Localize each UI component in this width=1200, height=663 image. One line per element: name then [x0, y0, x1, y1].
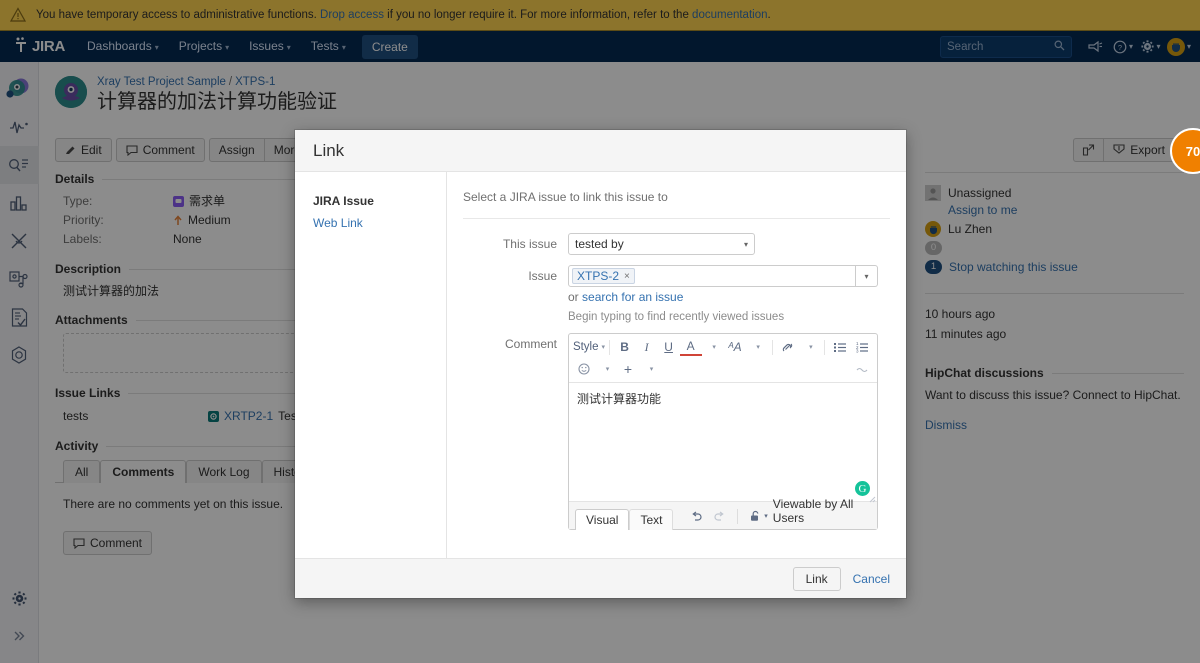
comment-text-value: 测试计算器功能	[577, 392, 662, 406]
field-comment: Comment Style ▾ B I U A ▾ ᴬA ▾ ▾ 1 2 3 ▾…	[463, 333, 890, 530]
underline-button[interactable]: U	[658, 337, 680, 357]
text-color-button[interactable]: A	[679, 338, 702, 356]
chevron-down-icon: ▾	[605, 366, 610, 373]
comment-text-area[interactable]: 测试计算器功能 G	[569, 383, 877, 503]
this-issue-control: tested by ▾	[568, 233, 890, 255]
style-dropdown[interactable]: Style ▾	[573, 337, 605, 357]
editor-tab-text[interactable]: Text	[629, 509, 674, 530]
chevron-down-icon: ▾	[764, 513, 768, 520]
link-submit-button[interactable]: Link	[792, 566, 841, 591]
this-issue-label: This issue	[502, 237, 557, 251]
dialog-link-type-nav: JIRA Issue Web Link	[295, 172, 447, 558]
divider	[608, 339, 610, 355]
search-for-issue-link[interactable]: search for an issue	[582, 290, 683, 304]
chevron-down-icon: ▾	[756, 344, 760, 351]
text-color-dropdown[interactable]: ▾	[702, 337, 724, 357]
nav-web-link[interactable]: Web Link	[313, 212, 446, 234]
underline-label: U	[664, 340, 673, 354]
emoji-dropdown[interactable]: ▾	[595, 359, 617, 379]
link-dropdown[interactable]: ▾	[798, 337, 820, 357]
cancel-button[interactable]: Cancel	[853, 572, 890, 586]
link-icon[interactable]	[776, 337, 798, 357]
style-label: Style	[572, 341, 599, 353]
link-issue-dialog: Link JIRA Issue Web Link Select a JIRA i…	[295, 130, 906, 598]
bullet-list-icon[interactable]	[829, 337, 851, 357]
close-icon[interactable]: ×	[624, 271, 630, 282]
text-color-label: A	[686, 339, 695, 353]
dialog-header: Link	[295, 130, 906, 172]
chevron-down-icon: ▾	[601, 344, 606, 351]
divider	[737, 509, 739, 524]
collapse-toolbar-icon[interactable]	[851, 359, 873, 379]
link-type-value: tested by	[575, 237, 624, 251]
italic-button[interactable]: I	[636, 337, 658, 357]
dialog-description: Select a JIRA issue to link this issue t…	[463, 190, 668, 204]
editor-tab-visual[interactable]: Visual	[575, 509, 630, 530]
insert-more-label: +	[623, 361, 633, 377]
editor-toolbar: Style ▾ B I U A ▾ ᴬA ▾ ▾ 1 2 3 ▾ + ▾	[569, 334, 877, 383]
chevron-down-icon: ▾	[809, 344, 813, 351]
bold-button[interactable]: B	[614, 337, 636, 357]
issue-control: XTPS-2 × ▾ or search for an issue Begin …	[568, 265, 890, 323]
dialog-footer: Link Cancel	[295, 558, 906, 598]
unlock-icon[interactable]: ▾	[744, 506, 773, 526]
undo-icon[interactable]	[685, 506, 708, 526]
insert-more-icon[interactable]: +	[617, 359, 639, 379]
comment-control: Style ▾ B I U A ▾ ᴬA ▾ ▾ 1 2 3 ▾ + ▾ 测试计…	[568, 333, 890, 530]
issue-chip[interactable]: XTPS-2 ×	[572, 268, 635, 284]
link-type-select[interactable]: tested by ▾	[568, 233, 755, 255]
issue-picker[interactable]: XTPS-2 × ▾	[568, 265, 878, 287]
chevron-down-icon: ▾	[712, 344, 716, 351]
editor-toolbar-row-1: Style ▾ B I U A ▾ ᴬA ▾ ▾ 1 2 3	[573, 336, 873, 358]
visibility-text: Viewable by All Users	[772, 497, 854, 525]
resize-handle[interactable]	[868, 492, 876, 503]
chevron-down-icon: ▾	[864, 271, 869, 281]
redo-icon[interactable]	[708, 506, 731, 526]
chevron-down-icon: ▾	[743, 239, 748, 249]
issue-picker-input[interactable]: XTPS-2 ×	[568, 265, 856, 287]
dialog-form: Select a JIRA issue to link this issue t…	[447, 172, 906, 558]
field-this-issue: This issue tested by ▾	[463, 233, 890, 255]
more-text-styles-button[interactable]: ᴬA	[724, 337, 746, 357]
issue-typing-hint: Begin typing to find recently viewed iss…	[568, 311, 785, 323]
or-text: or	[568, 290, 583, 304]
emoji-icon[interactable]	[573, 359, 595, 379]
issue-chip-label: XTPS-2	[577, 269, 620, 283]
nav-jira-issue[interactable]: JIRA Issue	[313, 190, 446, 212]
bold-label: B	[620, 340, 629, 354]
dialog-body: JIRA Issue Web Link Select a JIRA issue …	[295, 172, 906, 558]
issue-search-hint: or search for an issue	[568, 290, 890, 304]
italic-label: I	[644, 339, 649, 354]
chevron-down-icon: ▾	[649, 366, 654, 373]
divider	[824, 339, 826, 355]
divider	[771, 339, 773, 355]
svg-text:3: 3	[856, 348, 859, 353]
field-issue: Issue XTPS-2 × ▾ or search for an issue …	[463, 265, 890, 323]
dialog-title: Link	[313, 140, 345, 160]
issue-picker-dropdown-button[interactable]: ▾	[856, 265, 878, 287]
editor-footer: Visual Text ▾ Viewable by All Users	[569, 497, 877, 530]
editor-toolbar-row-2: ▾ + ▾	[573, 358, 873, 380]
numbered-list-icon[interactable]: 123	[851, 337, 873, 357]
more-text-styles-label: ᴬA	[727, 340, 742, 354]
insert-more-dropdown[interactable]: ▾	[639, 359, 661, 379]
comment-editor: Style ▾ B I U A ▾ ᴬA ▾ ▾ 1 2 3 ▾ + ▾ 测试计…	[568, 333, 878, 530]
issue-label: Issue	[528, 269, 557, 283]
more-text-styles-dropdown[interactable]: ▾	[746, 337, 768, 357]
divider	[463, 218, 890, 219]
comment-label: Comment	[504, 337, 557, 351]
